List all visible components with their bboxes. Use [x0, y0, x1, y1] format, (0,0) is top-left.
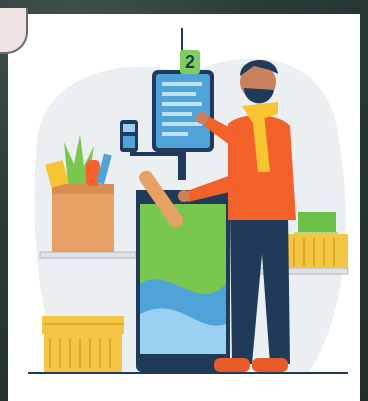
shopping-basket-icon-shelf — [286, 234, 348, 268]
floor-line — [28, 372, 348, 374]
kiosk-body — [136, 190, 230, 372]
card-reader-icon — [120, 120, 138, 152]
illustration-card: 2 — [0, 8, 360, 401]
shopping-basket-icon-floor — [42, 316, 124, 372]
checkout-number-badge: 2 — [180, 50, 200, 74]
kiosk-screen — [152, 70, 214, 152]
number-pole — [181, 28, 183, 52]
left-shelf — [39, 251, 137, 259]
